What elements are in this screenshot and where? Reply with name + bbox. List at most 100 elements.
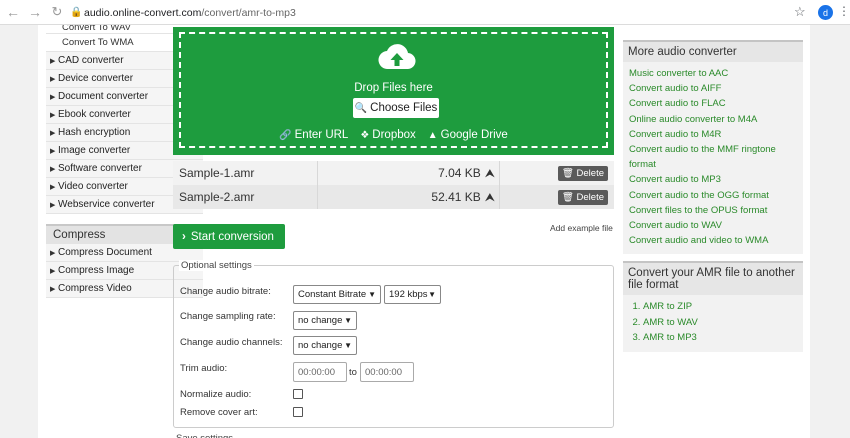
more-audio-converter-title: More audio converter <box>623 40 803 62</box>
search-icon: 🔍 <box>354 102 368 114</box>
file-row: Sample-1.amr 7.04 KB ⮝ 🗑 Delete <box>173 161 614 185</box>
cloud-upload-icon <box>378 44 416 70</box>
amr-format-link[interactable]: AMR to ZIP <box>643 299 797 315</box>
upload-icon: ⮝ <box>484 189 495 204</box>
sidebar-item-label: Image converter <box>58 145 131 156</box>
enter-url-link[interactable]: 🔗 Enter URL <box>279 129 348 141</box>
amr-convert-title: Convert your AMR file to another file fo… <box>623 261 803 295</box>
delete-file-button[interactable]: 🗑 Delete <box>557 165 608 181</box>
sidebar-item-label: Device converter <box>58 73 134 84</box>
amr-convert-links: AMR to ZIPAMR to WAVAMR to MP3 <box>623 295 803 352</box>
chevron-down-icon: ▼ <box>344 341 352 350</box>
sidebar-item-label: Document converter <box>58 91 149 102</box>
normalize-audio-checkbox[interactable] <box>293 389 303 399</box>
google-drive-link[interactable]: ▲ Google Drive <box>428 129 508 141</box>
start-conversion-label: Start conversion <box>190 230 274 243</box>
sampling-rate-label: Change sampling rate: <box>180 311 276 322</box>
file-name: Sample-1.amr <box>173 161 318 185</box>
audio-converter-link[interactable]: Convert files to the OPUS format <box>629 203 797 218</box>
compress-item-label: Compress Image <box>58 265 135 276</box>
file-dropzone[interactable]: Drop Files here 🔍 Choose Files 🔗 Enter UR… <box>173 27 614 155</box>
caret-right-icon: ▶ <box>50 249 56 257</box>
remove-cover-art-label: Remove cover art: <box>180 407 258 418</box>
bitrate-mode-select[interactable]: Constant Bitrate ▼ <box>293 285 381 304</box>
compress-item-label: Compress Video <box>58 283 132 294</box>
chevron-down-icon: ▼ <box>368 290 376 299</box>
url-text: audio.online-convert.com/convert/amr-to-… <box>84 6 296 19</box>
add-example-file-link[interactable]: Add example file <box>550 223 613 233</box>
sidebar-item-label: Video converter <box>58 181 128 192</box>
caret-right-icon: ▶ <box>50 183 56 191</box>
file-size-cell: 52.41 KB ⮝ <box>318 185 500 209</box>
sidebar-item-label: Ebook converter <box>58 109 131 120</box>
save-settings-heading: Save settings <box>176 433 233 438</box>
audio-channels-label: Change audio channels: <box>180 337 283 348</box>
lock-icon: 🔒 <box>70 7 83 18</box>
audio-converter-link[interactable]: Convert audio to FLAC <box>629 96 797 111</box>
dropbox-link[interactable]: ❖ Dropbox <box>360 129 415 141</box>
more-audio-links: Music converter to AAC Convert audio to A… <box>623 62 803 254</box>
browser-menu-icon[interactable]: ⋮ <box>838 4 850 18</box>
audio-converter-link[interactable]: Convert audio to AIFF <box>629 81 797 96</box>
google-drive-icon: ▲ <box>427 129 438 141</box>
dropbox-icon: ❖ <box>360 129 370 141</box>
caret-right-icon: ▶ <box>50 147 56 155</box>
bitrate-value-select[interactable]: 192 kbps ▼ <box>384 285 441 304</box>
optional-settings-legend: Optional settings <box>179 260 254 271</box>
sampling-rate-select[interactable]: no change ▼ <box>293 311 357 330</box>
reload-icon[interactable]: ↻ <box>46 1 68 23</box>
chevron-down-icon: ▼ <box>428 290 436 299</box>
upload-icon: ⮝ <box>484 165 495 180</box>
sidebar-item-label: Hash encryption <box>58 127 131 138</box>
caret-right-icon: ▶ <box>50 57 56 65</box>
audio-converter-link[interactable]: Convert audio and video to WMA <box>629 233 797 248</box>
audio-converter-link[interactable]: Convert audio to WAV <box>629 218 797 233</box>
compress-item-label: Compress Document <box>58 247 152 258</box>
profile-avatar[interactable]: d <box>818 5 833 20</box>
audio-converter-link[interactable]: Convert audio to the OGG format <box>629 188 797 203</box>
file-name: Sample-2.amr <box>173 185 318 209</box>
audio-converter-link[interactable]: Convert audio to the MMF ringtone format <box>629 142 797 172</box>
amr-format-link[interactable]: AMR to WAV <box>643 315 797 331</box>
sidebar-item-label: Webservice converter <box>58 199 155 210</box>
amr-format-link[interactable]: AMR to MP3 <box>643 330 797 346</box>
bitrate-label: Change audio bitrate: <box>180 286 271 297</box>
back-icon[interactable]: ← <box>2 1 24 23</box>
trim-start-input[interactable]: 00:00:00 <box>293 362 347 382</box>
delete-file-button[interactable]: 🗑 Delete <box>557 189 608 205</box>
sidebar-item-label: Software converter <box>58 163 142 174</box>
chevron-right-icon: › <box>182 230 186 243</box>
audio-converter-link[interactable]: Convert audio to M4R <box>629 127 797 142</box>
normalize-audio-label: Normalize audio: <box>180 389 252 400</box>
file-list: Sample-1.amr 7.04 KB ⮝ 🗑 Delete Sample-2.… <box>173 161 614 209</box>
caret-right-icon: ▶ <box>50 267 56 275</box>
trim-end-input[interactable]: 00:00:00 <box>360 362 414 382</box>
start-conversion-button[interactable]: › Start conversion <box>173 224 285 249</box>
link-icon: 🔗 <box>279 129 292 141</box>
audio-converter-link[interactable]: Music converter to AAC <box>629 66 797 81</box>
caret-right-icon: ▶ <box>50 93 56 101</box>
trim-to-label: to <box>349 367 357 378</box>
sidebar-item-label: CAD converter <box>58 55 124 66</box>
page-content: Convert To WAV Convert To WMA ▶ CAD conve… <box>38 25 810 438</box>
file-row: Sample-2.amr 52.41 KB ⮝ 🗑 Delete <box>173 185 614 209</box>
browser-toolbar: ← → ↻ 🔒 audio.online-convert.com/convert… <box>0 0 850 25</box>
dropzone-border: Drop Files here 🔍 Choose Files 🔗 Enter UR… <box>179 32 608 148</box>
address-bar[interactable]: 🔒 audio.online-convert.com/convert/amr-t… <box>70 3 812 22</box>
caret-right-icon: ▶ <box>50 75 56 83</box>
audio-converter-link[interactable]: Convert audio to MP3 <box>629 172 797 187</box>
bookmark-star-icon[interactable]: ☆ <box>794 4 806 20</box>
source-links: 🔗 Enter URL ❖ Dropbox ▲ Google Drive <box>181 129 606 141</box>
more-audio-converter-panel: More audio converter Music converter to … <box>623 40 803 255</box>
drop-files-text: Drop Files here <box>354 82 433 94</box>
caret-right-icon: ▶ <box>50 129 56 137</box>
audio-channels-select[interactable]: no change ▼ <box>293 336 357 355</box>
caret-right-icon: ▶ <box>50 201 56 209</box>
file-size-cell: 7.04 KB ⮝ <box>318 161 500 185</box>
forward-icon[interactable]: → <box>24 1 46 23</box>
remove-cover-art-checkbox[interactable] <box>293 407 303 417</box>
choose-files-button[interactable]: 🔍 Choose Files <box>353 98 439 118</box>
caret-right-icon: ▶ <box>50 111 56 119</box>
caret-right-icon: ▶ <box>50 285 56 293</box>
audio-converter-link[interactable]: Online audio converter to M4A <box>629 112 797 127</box>
